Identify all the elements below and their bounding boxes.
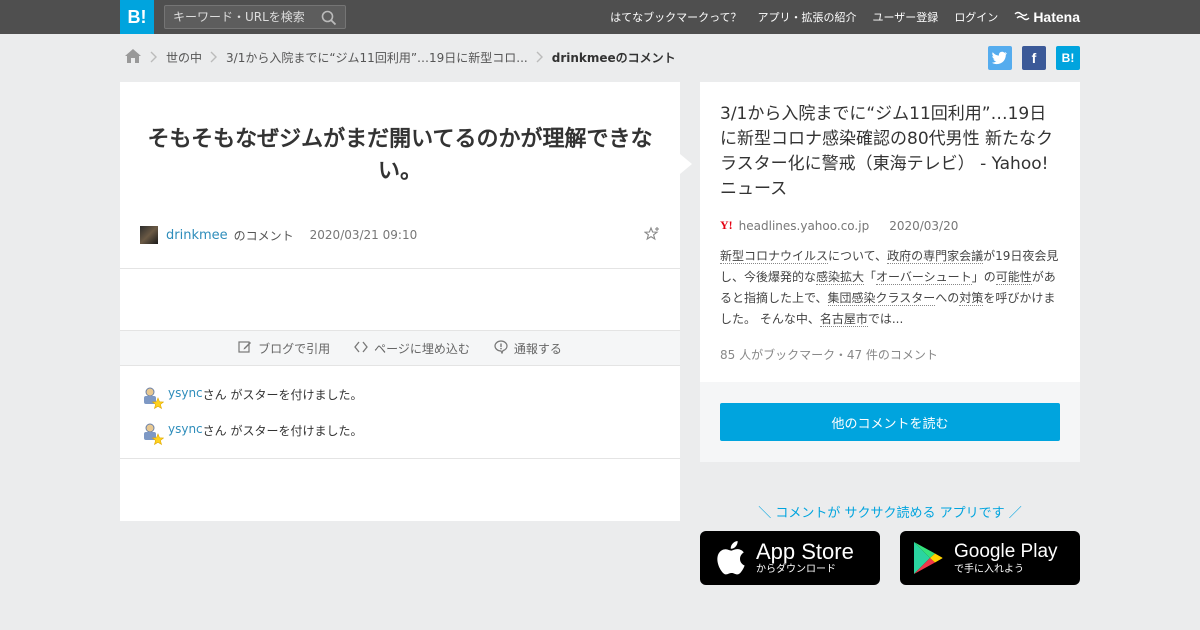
chevron-right-icon: [536, 51, 544, 63]
breadcrumb-category[interactable]: 世の中: [166, 49, 202, 66]
google-play-icon: [912, 540, 944, 576]
nav-apps[interactable]: アプリ・拡張の紹介: [758, 9, 857, 25]
star-message: さん がスターを付けました。: [202, 388, 363, 402]
quote-blog-label: ブログで引用: [258, 341, 331, 356]
chevron-right-icon: [210, 51, 218, 63]
share-buttons: f B!: [988, 46, 1080, 70]
breadcrumb-current: drinkmeeのコメント: [551, 50, 676, 65]
comment-actions: ブログで引用 ページに埋め込む 通報する: [120, 330, 680, 366]
entry-domain[interactable]: headlines.yahoo.co.jp: [739, 219, 870, 233]
summary-keyword[interactable]: 感染拡大: [816, 270, 865, 285]
comment-date[interactable]: 2020/03/21 09:10: [310, 228, 418, 242]
entry-title[interactable]: 3/1から入院までに“ジム11回利用”…19日に新型コロナ感染確認の80代男性 …: [720, 102, 1060, 202]
hatena-label: Hatena: [1033, 9, 1080, 25]
googleplay-text: Google Play で手に入れよう: [954, 540, 1058, 576]
star-item: ysync さん がスターを付けました。: [142, 386, 662, 422]
googleplay-badge[interactable]: Google Play で手に入れよう: [900, 531, 1080, 585]
top-bar: B! はてなブックマークって？ アプリ・拡張の紹介 ユーザー登録 ログイン Ha…: [0, 0, 1200, 34]
code-icon: [354, 340, 368, 357]
search-box[interactable]: [164, 5, 346, 29]
appstore-badge[interactable]: App Store からダウンロード: [700, 531, 880, 585]
nav-login[interactable]: ログイン: [954, 9, 998, 25]
report-button[interactable]: 通報する: [494, 339, 562, 357]
chevron-right-icon: [150, 51, 158, 63]
comment-text: そもそもなぜジムがまだ開いてるのかが理解できない。: [147, 127, 653, 184]
star-list: ysync さん がスターを付けました。 ysync さん がスターを付けました…: [142, 386, 662, 458]
quote-blog-button[interactable]: ブログで引用: [238, 340, 330, 357]
comment-suffix: のコメント: [233, 228, 294, 243]
hatebu-logo[interactable]: B!: [120, 0, 154, 34]
star-message: さん がスターを付けました。: [202, 424, 363, 438]
search-icon[interactable]: [321, 10, 337, 29]
summary-keyword[interactable]: オーバーシュート: [876, 270, 972, 285]
user-icon[interactable]: [142, 422, 165, 446]
comment-panel: そもそもなぜジムがまだ開いてるのかが理解できない。 drinkmee のコメント…: [120, 82, 680, 521]
summary-text: では...: [867, 312, 904, 326]
hatena-icon: [1014, 9, 1030, 25]
facebook-icon[interactable]: f: [1022, 46, 1046, 70]
nav-about[interactable]: はてなブックマークって？: [610, 9, 741, 25]
avatar[interactable]: [140, 226, 158, 244]
appstore-label: App Store: [756, 539, 854, 564]
more-comments-button[interactable]: 他のコメントを読む: [720, 403, 1060, 441]
report-icon: [494, 339, 508, 357]
breadcrumb-entry[interactable]: 3/1から入院までに“ジム11回利用”…19日に新型コロ...: [226, 49, 528, 66]
entry-summary: 新型コロナウイルスについて、政府の専門家会議が19日夜会見し、今後爆発的な感染拡…: [720, 246, 1060, 330]
breadcrumb: 世の中 3/1から入院までに“ジム11回利用”…19日に新型コロ... drin…: [124, 46, 676, 68]
summary-text: 「: [864, 270, 877, 284]
summary-text: への: [935, 291, 960, 305]
apple-icon: [714, 539, 746, 577]
bookmark-counts[interactable]: 85 人がブックマーク・47 件のコメント: [720, 346, 938, 363]
summary-keyword[interactable]: 集団感染クラスター: [827, 291, 936, 306]
appstore-text: App Store からダウンロード: [756, 540, 854, 576]
star-username[interactable]: ysync: [168, 422, 203, 436]
star-item: ysync さん がスターを付けました。: [142, 422, 662, 458]
top-nav: はてなブックマークって？ アプリ・拡張の紹介 ユーザー登録 ログイン Haten…: [594, 0, 1080, 34]
app-promo-text: ＼ コメントが サクサク読める アプリです ／: [758, 506, 1022, 521]
divider: [120, 458, 680, 459]
report-label: 通報する: [513, 341, 562, 356]
card-pointer: [680, 154, 692, 174]
summary-keyword[interactable]: 対策: [959, 291, 984, 306]
summary-text: 」の: [971, 270, 996, 284]
summary-keyword[interactable]: 名古屋市: [819, 312, 868, 327]
nav-register[interactable]: ユーザー登録: [873, 9, 939, 25]
edit-icon: [238, 340, 252, 357]
appstore-sublabel: からダウンロード: [756, 564, 836, 575]
hatena-brand[interactable]: Hatena: [1014, 9, 1080, 25]
star-username[interactable]: ysync: [168, 386, 203, 400]
summary-text: について、: [828, 249, 888, 263]
more-comments-section: 他のコメントを読む: [700, 382, 1080, 462]
search-input[interactable]: [165, 6, 315, 28]
home-icon[interactable]: [124, 48, 142, 67]
comment-meta: drinkmee のコメント 2020/03/21 09:10: [140, 226, 660, 244]
entry-card: 3/1から入院までに“ジム11回利用”…19日に新型コロナ感染確認の80代男性 …: [700, 82, 1080, 382]
googleplay-label: Google Play: [954, 541, 1058, 562]
embed-button[interactable]: ページに埋め込む: [354, 340, 470, 357]
star-add-icon[interactable]: [643, 226, 660, 245]
divider: [120, 268, 680, 269]
summary-keyword[interactable]: 可能性: [995, 270, 1032, 285]
twitter-icon[interactable]: [988, 46, 1012, 70]
embed-label: ページに埋め込む: [374, 341, 470, 356]
user-icon[interactable]: [142, 386, 165, 410]
summary-keyword[interactable]: 新型コロナウイルス: [720, 249, 829, 264]
entry-source: Y! headlines.yahoo.co.jp 2020/03/20: [720, 218, 958, 233]
summary-keyword[interactable]: 政府の専門家会議: [887, 249, 984, 264]
hatebu-icon[interactable]: B!: [1056, 46, 1080, 70]
googleplay-sublabel: で手に入れよう: [954, 564, 1024, 575]
yahoo-icon: Y!: [720, 218, 733, 232]
entry-date: 2020/03/20: [889, 218, 959, 233]
comment-username[interactable]: drinkmee: [166, 228, 228, 243]
